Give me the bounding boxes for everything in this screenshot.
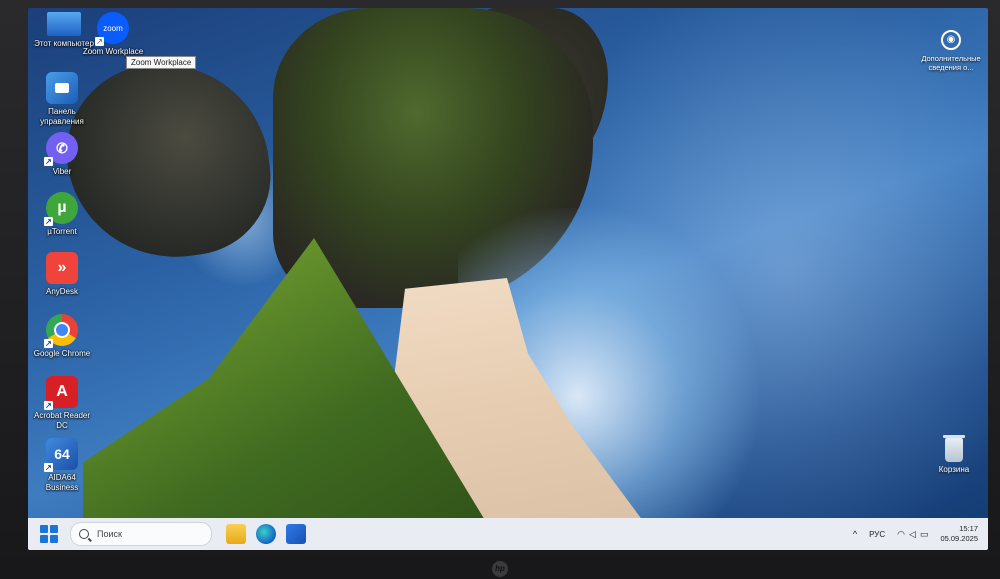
search-icon [79, 529, 89, 539]
input-language[interactable]: РУС [869, 530, 885, 539]
learn-more-widget[interactable]: ◉ Дополнительные сведения о... [916, 30, 986, 72]
utorrent-icon: µ ↗ [44, 192, 78, 226]
desktop-icon-label: Google Chrome [33, 349, 91, 358]
anydesk-icon: » [46, 252, 78, 284]
start-button[interactable] [40, 525, 58, 543]
viber-icon: ✆ ↗ [44, 132, 78, 166]
learn-more-label: Дополнительные сведения о... [921, 54, 981, 72]
search-placeholder: Поиск [97, 529, 122, 539]
anydesk-glyph: » [57, 259, 67, 276]
desktop-icon-chrome[interactable]: ↗ Google Chrome [31, 314, 93, 359]
system-tray: ^ РУС ◠ ◁ ▭ 15:17 05.09.2025 [853, 518, 978, 550]
desktop-icon-label: µTorrent [47, 227, 77, 236]
store-icon[interactable] [286, 524, 306, 544]
show-hidden-icons-button[interactable]: ^ [853, 529, 857, 539]
search-box[interactable]: Поиск [70, 522, 212, 546]
shortcut-arrow-icon: ↗ [44, 157, 53, 166]
desktop-icon-label: Viber [52, 167, 72, 176]
control-panel-icon [46, 72, 78, 104]
clock-time: 15:17 [959, 524, 978, 533]
edge-icon[interactable] [256, 524, 276, 544]
tooltip: Zoom Workplace [126, 56, 197, 69]
computer-icon [47, 12, 81, 36]
desktop-icon-zoom[interactable]: zoom ↗ Zoom Workplace [82, 12, 144, 57]
desktop-icon-utorrent[interactable]: µ ↗ µTorrent [31, 192, 93, 237]
aida64-icon: 64 ↗ [44, 438, 78, 472]
recycle-bin-icon [943, 435, 965, 462]
acrobat-glyph: A [56, 383, 68, 400]
file-explorer-icon[interactable] [226, 524, 246, 544]
taskbar: Поиск ^ РУС ◠ ◁ ▭ 15:17 05.09.2025 [28, 518, 988, 550]
desktop-icon-recycle-bin[interactable]: Корзина [928, 435, 980, 474]
aida64-glyph: 64 [54, 446, 70, 462]
clock-date: 05.09.2025 [940, 534, 978, 543]
desktop-icon-label: AnyDesk [45, 287, 78, 296]
acrobat-icon: A ↗ [44, 376, 78, 410]
shortcut-arrow-icon: ↗ [44, 339, 53, 348]
shortcut-arrow-icon: ↗ [44, 401, 53, 410]
info-camera-icon: ◉ [941, 30, 961, 50]
clock[interactable]: 15:17 05.09.2025 [940, 524, 978, 544]
battery-icon[interactable]: ▭ [920, 529, 929, 540]
desktop-icon-label: AIDA64 Business [45, 473, 79, 492]
wifi-icon[interactable]: ◠ [897, 529, 905, 540]
desktop-icon-acrobat[interactable]: A ↗ Acrobat Reader DC [31, 376, 93, 431]
zoom-icon: zoom ↗ [95, 12, 129, 46]
chrome-icon: ↗ [44, 314, 78, 348]
hp-logo: hp [492, 561, 508, 577]
shortcut-arrow-icon: ↗ [44, 217, 53, 226]
desktop-icon-aida64[interactable]: 64 ↗ AIDA64 Business [31, 438, 93, 493]
utorrent-glyph: µ [57, 199, 67, 216]
volume-icon[interactable]: ◁ [909, 529, 916, 540]
desktop-icon-label: Панель управления [40, 107, 84, 126]
shortcut-arrow-icon: ↗ [95, 37, 104, 46]
desktop-icon-viber[interactable]: ✆ ↗ Viber [31, 132, 93, 177]
zoom-glyph: zoom [103, 23, 123, 33]
shortcut-arrow-icon: ↗ [44, 463, 53, 472]
desktop-icon-anydesk[interactable]: » AnyDesk [31, 252, 93, 297]
desktop-icon-label: Acrobat Reader DC [33, 411, 91, 430]
desktop-screen: Этот компьютер zoom ↗ Zoom Workplace Пан… [28, 8, 988, 550]
desktop-icon-control-panel[interactable]: Панель управления [31, 72, 93, 127]
desktop-icon-label: Корзина [938, 465, 970, 474]
